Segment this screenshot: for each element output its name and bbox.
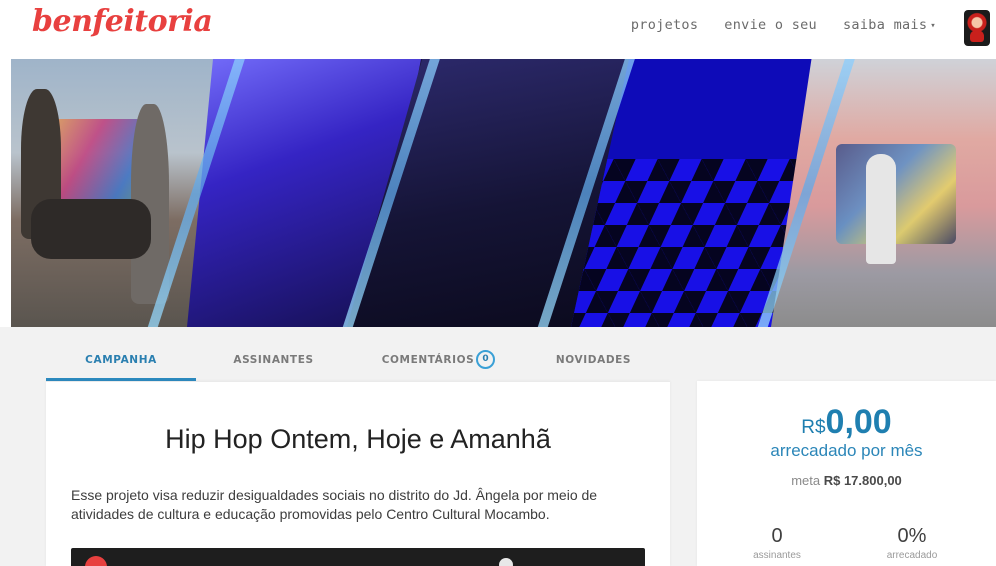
video-player[interactable] [71, 548, 645, 566]
goal-line: meta R$ 17.800,00 [697, 473, 996, 488]
info-icon[interactable] [499, 558, 513, 566]
tab-subscribers[interactable]: ASSINANTES [196, 345, 351, 381]
tab-campaign-label: CAMPANHA [85, 354, 157, 366]
tab-comments[interactable]: COMENTÁRIOS 0 [351, 345, 526, 381]
raised-amount: R$0,00 [697, 403, 996, 442]
chevron-down-icon: ▾ [930, 21, 936, 31]
campaign-content: Hip Hop Ontem, Hoje e Amanhã Esse projet… [46, 381, 670, 566]
comments-count-badge: 0 [476, 349, 496, 369]
hero-photo-breakdancers [11, 59, 221, 327]
main-nav: projetos envie o seu saiba mais ▾ [631, 17, 936, 33]
project-title: Hip Hop Ontem, Hoje e Amanhã [165, 424, 551, 454]
tab-news[interactable]: NOVIDADES [526, 345, 661, 381]
benfeitoria-logo[interactable]: benfeitoria [32, 4, 213, 39]
percent-stat: 0% arrecadado [872, 525, 952, 561]
channel-icon [85, 556, 107, 566]
hero-person-dancing [31, 199, 151, 259]
nav-more-label: saiba mais [843, 17, 928, 33]
percent-label: arrecadado [886, 550, 938, 561]
raised-value: 0,00 [825, 403, 892, 441]
goal-value: R$ 17.800,00 [823, 473, 902, 488]
nav-projects-link[interactable]: projetos [631, 17, 698, 33]
funding-card: R$0,00 arrecadado por mês meta R$ 17.800… [697, 381, 996, 566]
hero-street-graffiti [836, 144, 956, 244]
tab-news-label: NOVIDADES [555, 354, 632, 366]
tab-comments-label: COMENTÁRIOS [381, 354, 475, 366]
project-description: Esse projeto visa reduzir desigualdades … [71, 487, 598, 522]
raised-per-month-label: arrecadado por mês [770, 441, 923, 460]
tab-campaign[interactable]: CAMPANHA [46, 345, 196, 381]
subscribers-label: assinantes [753, 550, 801, 561]
subscribers-stat: 0 assinantes [737, 525, 817, 561]
nav-more-dropdown[interactable]: saiba mais ▾ [843, 17, 936, 33]
hero-person-standing [866, 154, 896, 264]
project-tabs: CAMPANHA ASSINANTES COMENTÁRIOS 0 NOVIDAD… [46, 345, 670, 381]
nav-submit-link[interactable]: envie o seu [724, 17, 817, 33]
project-hero-banner [11, 59, 996, 327]
top-header: benfeitoria projetos envie o seu saiba m… [0, 0, 996, 58]
subscribers-count: 0 [771, 525, 783, 547]
percent-value: 0% [897, 525, 927, 547]
goal-label: meta [791, 473, 821, 488]
tab-subscribers-label: ASSINANTES [233, 354, 314, 366]
currency-symbol: R$ [801, 417, 826, 438]
user-avatar[interactable] [964, 10, 990, 46]
